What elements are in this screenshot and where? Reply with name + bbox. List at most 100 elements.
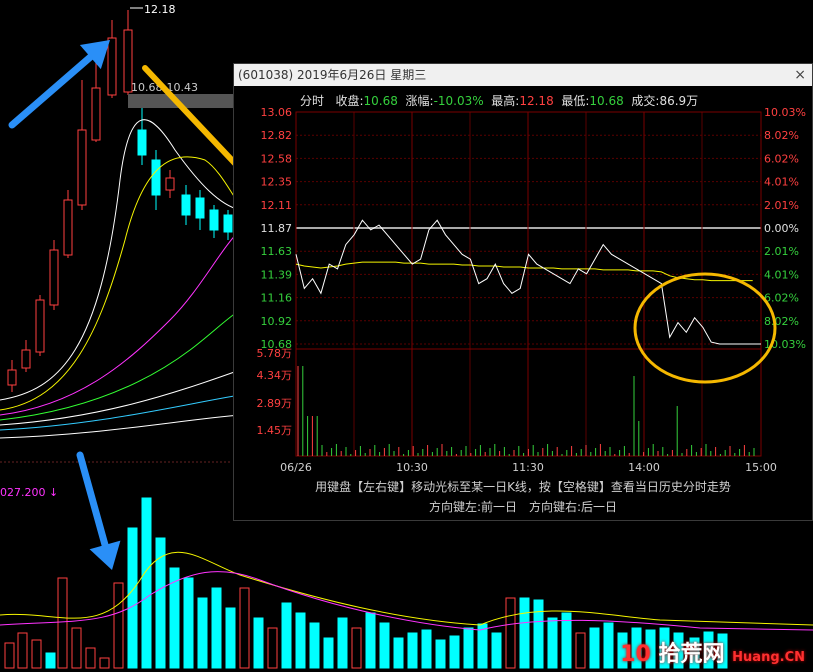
volume-bar [45,652,56,669]
price-tick: 11.16 [261,292,293,305]
candle-body [7,369,17,386]
pct-tick: 4.01% [764,176,799,189]
volume-bar [351,627,362,669]
volume-bar [365,612,376,669]
pct-tick: 6.02% [764,292,799,305]
volume-bar [295,612,306,669]
candle-body [91,87,101,141]
time-tick: 10:30 [396,461,428,474]
pct-tick: 6.02% [764,152,799,165]
vol-tick: 2.89万 [257,397,293,410]
volume-bar [127,527,138,669]
volume-bar [393,637,404,669]
volume-bar [141,497,152,669]
intraday-popup-window[interactable]: (601038) 2019年6月26日 星期三 × 分时 收盘:10.68 涨幅… [233,63,813,521]
volume-bar [113,582,124,669]
watermark-text: 拾荒网 [658,642,725,667]
volume-bar [239,587,250,669]
hint-line-1: 用键盘【左右键】移动光标至某一日K线，按【空格键】查看当日历史分时走势 [315,480,731,494]
candle-body [223,214,233,233]
volume-bar [421,629,432,669]
intraday-chart[interactable]: 13.06 12.82 12.58 12.35 12.11 11.87 11.63 11.39… [234,64,812,520]
price-tick: 10.92 [261,315,293,328]
volume-bar [57,577,68,669]
volume-bar [505,597,516,669]
volume-bar [309,622,320,669]
vol-tick: 4.34万 [257,369,293,382]
ma-line [0,394,241,431]
price-tick: 11.63 [261,245,293,258]
volume-bar [491,632,502,669]
candle-body [181,194,191,216]
candle-body [49,249,59,306]
pct-tick: 4.01% [764,268,799,281]
ma-line [0,414,241,439]
ma-line [0,119,241,401]
ma-line [0,156,241,411]
volume-bar [211,587,222,669]
candle-body [195,197,205,219]
pct-tick: 8.02% [764,129,799,142]
volume-bar [99,657,110,669]
candle-body [35,299,45,353]
pct-tick: 10.03% [764,106,806,119]
pct-tick: 8.02% [764,315,799,328]
arrow-shaft [76,451,110,553]
pct-tick: 2.01% [764,245,799,258]
volume-bar [85,647,96,669]
highlight-ellipse [633,272,777,384]
pct-tick: 2.01% [764,199,799,212]
volume-bar [589,627,600,669]
volume-bar [281,602,292,669]
blue-arrow-down [76,451,121,570]
price-tick: 11.87 [261,222,293,235]
volume-bar [379,622,390,669]
volume-bar [267,627,278,669]
candle-body [63,199,73,256]
hint-line-2: 方向键左:前一日 方向键右:后一日 [428,500,618,514]
volume-bar [547,617,558,669]
volume-bar [561,612,572,669]
candle-body [151,159,161,196]
time-tick: 11:30 [512,461,544,474]
watermark-logo: 10 拾荒网 Huang.CN [620,636,805,668]
vol-tick: 1.45万 [257,424,293,437]
volume-bar [225,607,236,669]
volume-bar [463,627,474,669]
price-tick: 11.39 [261,268,293,281]
candle-body [209,209,219,231]
volume-bar [31,639,42,669]
price-tick: 12.35 [261,176,293,189]
price-tick: 12.11 [261,199,293,212]
arrow-shaft [8,51,96,129]
price-tick: 13.06 [261,106,293,119]
pct-tick: 0.00% [764,222,799,235]
volume-bar [575,632,586,669]
volume-bar [449,635,460,669]
volume-bar [519,597,530,669]
vol-tick: 5.78万 [257,347,293,360]
candle-body [21,349,31,369]
candle-body [137,129,147,156]
watermark-url: Huang.CN [732,650,805,665]
volume-bar [4,642,15,669]
arrow-head [89,540,121,570]
volume-bar [337,617,348,669]
price-tick: 12.58 [261,152,293,165]
peak-label: 12.18 [144,3,176,16]
volume-label: 027.200 ↓ [0,486,58,499]
time-tick: 14:00 [628,461,660,474]
volume-bar [603,622,614,669]
volume-bar [197,597,208,669]
volume-bar [17,632,28,669]
volume-bar [183,577,194,669]
volume-bar [477,623,488,669]
volume-bar [253,617,264,669]
time-tick: 15:00 [745,461,777,474]
watermark-num: 10 [620,642,651,667]
candle-body [107,37,117,96]
volume-bar [407,632,418,669]
volume-bar [323,637,334,669]
volume-bar [435,639,446,669]
price-tick: 12.82 [261,129,293,142]
